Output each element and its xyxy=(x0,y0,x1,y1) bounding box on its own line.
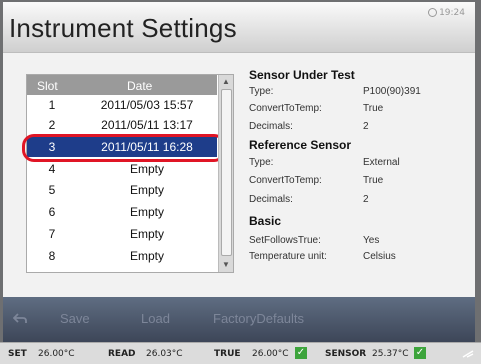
bottom-toolbar: Save Load FactoryDefaults xyxy=(3,297,475,342)
sensor-check-icon: ✓ xyxy=(414,347,426,359)
page-title: Instrument Settings xyxy=(9,13,237,43)
list-header: Slot Date xyxy=(27,75,217,95)
slot-list[interactable]: Slot Date 1 2011/05/03 15:57 2 2011/05/11 … xyxy=(22,74,234,273)
list-item[interactable]: 6 Empty xyxy=(27,202,217,222)
sensor-value: 25.37°C xyxy=(372,349,409,359)
scroll-thumb[interactable] xyxy=(221,89,232,256)
read-value: 26.03°C xyxy=(146,349,183,359)
section-basic: Basic xyxy=(249,214,282,228)
ref-convert-label: ConvertToTemp: xyxy=(249,175,322,186)
slot-date: 2011/05/03 15:57 xyxy=(100,98,194,112)
list-item[interactable]: 1 2011/05/03 15:57 xyxy=(27,95,217,115)
column-header-date: Date xyxy=(127,79,153,93)
set-label: SET xyxy=(8,349,27,359)
section-sensor-under-test: Sensor Under Test xyxy=(249,68,355,82)
slot-number: 1 xyxy=(48,98,56,112)
read-label: READ xyxy=(108,349,136,359)
clock-text: 19:24 xyxy=(439,8,465,18)
list-item[interactable]: 7 Empty xyxy=(27,224,217,244)
status-bar: SET 26.00°C READ 26.03°C TRUE 26.00°C ✓ … xyxy=(0,342,481,364)
sut-type-label: Type: xyxy=(249,86,274,97)
sut-convert-value: True xyxy=(363,103,384,114)
resize-grip-icon xyxy=(462,350,474,358)
ref-convert-value: True xyxy=(363,175,384,186)
device-frame: Instrument Settings 19:24 Slot Date 1 201… xyxy=(0,0,481,364)
sut-decimals-label: Decimals: xyxy=(249,121,293,132)
title-bar: Instrument Settings 19:24 xyxy=(3,2,475,53)
set-value: 26.00°C xyxy=(38,349,75,359)
slot-date: Empty xyxy=(129,227,164,241)
ref-decimals-value: 2 xyxy=(363,194,369,205)
true-label: TRUE xyxy=(214,349,241,359)
slot-date: 2011/05/11 13:17 xyxy=(101,118,193,132)
true-value: 26.00°C xyxy=(252,349,289,359)
back-icon[interactable] xyxy=(13,311,27,325)
slot-number: 7 xyxy=(48,227,56,241)
highlight-ring xyxy=(22,134,226,162)
slot-number: 6 xyxy=(48,205,56,219)
temp-unit-value: Celsius xyxy=(363,251,396,262)
load-button[interactable]: Load xyxy=(141,311,170,326)
ref-type-label: Type: xyxy=(249,157,274,168)
factory-defaults-button[interactable]: FactoryDefaults xyxy=(213,311,304,326)
slot-number: 8 xyxy=(48,249,56,263)
list-item-selected[interactable]: 3 2011/05/11 16:28 xyxy=(22,134,226,162)
screen: Instrument Settings 19:24 Slot Date 1 201… xyxy=(3,2,475,342)
sut-convert-label: ConvertToTemp: xyxy=(249,103,322,114)
setfollows-label: SetFollowsTrue: xyxy=(249,235,321,246)
slot-date: Empty xyxy=(129,183,164,197)
list-item[interactable]: 4 Empty xyxy=(27,159,217,179)
slot-number: 2 xyxy=(48,118,56,132)
section-reference-sensor: Reference Sensor xyxy=(249,138,352,152)
clock: 19:24 xyxy=(428,8,465,18)
sut-type-value: P100(90)391 xyxy=(363,86,421,97)
column-header-slot: Slot xyxy=(37,79,58,93)
temp-unit-label: Temperature unit: xyxy=(249,251,327,262)
sensor-label: SENSOR xyxy=(325,349,367,359)
list-item[interactable]: 5 Empty xyxy=(27,180,217,200)
save-button[interactable]: Save xyxy=(60,311,90,326)
slot-date: Empty xyxy=(129,162,164,176)
scroll-up-icon[interactable]: ▲ xyxy=(220,76,232,88)
ref-type-value: External xyxy=(363,157,400,168)
slot-number: 4 xyxy=(48,162,56,176)
setfollows-value: Yes xyxy=(363,235,380,246)
list-scrollbar[interactable]: ▲ ▼ xyxy=(218,75,233,272)
true-check-icon: ✓ xyxy=(295,347,307,359)
list-item[interactable]: 8 Empty xyxy=(27,246,217,266)
ref-decimals-label: Decimals: xyxy=(249,194,293,205)
slot-date: Empty xyxy=(129,249,164,263)
slot-number: 5 xyxy=(48,183,56,197)
sut-decimals-value: 2 xyxy=(363,121,369,132)
slot-date: Empty xyxy=(129,205,164,219)
scroll-down-icon[interactable]: ▼ xyxy=(220,259,232,271)
clock-icon xyxy=(428,8,438,17)
list-item[interactable]: 2 2011/05/11 13:17 xyxy=(27,115,217,135)
